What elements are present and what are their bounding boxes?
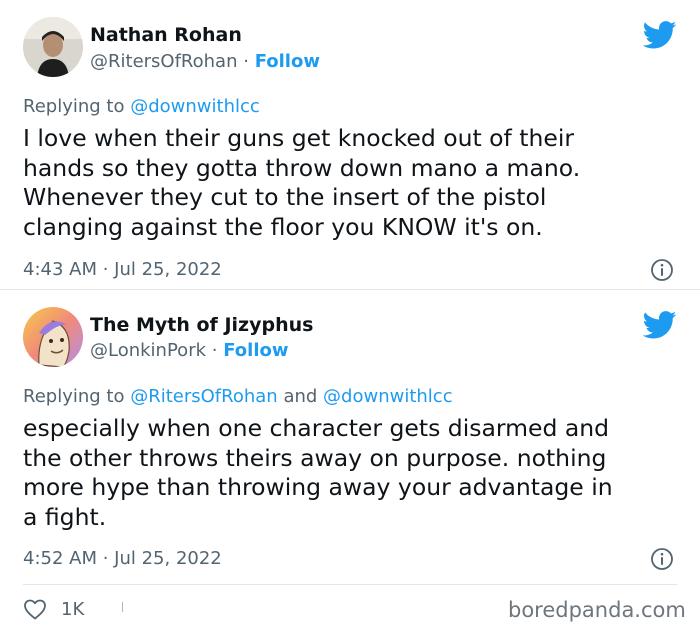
avatar[interactable] [23, 307, 83, 367]
handle-line: @RitersOfRohan · Follow [90, 51, 320, 72]
tweet-timestamp[interactable]: 4:43 AM · Jul 25, 2022 [23, 259, 222, 280]
tweet-timestamp[interactable]: 4:52 AM · Jul 25, 2022 [23, 548, 222, 569]
actions-divider [23, 584, 677, 585]
tweet-text-line: I love when their guns get knocked out o… [23, 124, 575, 152]
replying-prefix: Replying to [23, 386, 125, 407]
separator: · [211, 340, 218, 361]
tweet-text: especially when one character gets disar… [23, 414, 683, 532]
action-separator [122, 602, 123, 612]
replying-to: Replying to @RitersOfRohan and @downwith… [23, 386, 453, 407]
follow-button[interactable]: Follow [255, 51, 320, 72]
handle-line: @LonkinPork · Follow [90, 340, 289, 361]
avatar[interactable] [23, 17, 83, 77]
tweet-text-line: clanging against the floor you KNOW it's… [23, 212, 543, 241]
tweet-text-line: more hype than throwing away your advant… [23, 473, 613, 501]
tweet-text-line: a fight. [23, 502, 107, 531]
tweet-text-line: hands so they gotta throw down mano a ma… [23, 153, 581, 182]
like-count: 1K [61, 598, 85, 620]
tweet-text-line: Whenever they cut to the insert of the p… [23, 183, 547, 211]
author-name[interactable]: Nathan Rohan [90, 24, 242, 46]
author-handle[interactable]: @LonkinPork [90, 340, 206, 361]
mention-link[interactable]: @downwithlcc [323, 386, 453, 407]
heart-icon[interactable] [23, 598, 47, 620]
replying-to: Replying to @downwithlcc [23, 96, 260, 117]
tweet-card: Nathan Rohan @RitersOfRohan · Follow Rep… [0, 0, 700, 289]
mention-link[interactable]: @RitersOfRohan [130, 386, 277, 407]
follow-button[interactable]: Follow [223, 340, 288, 361]
twitter-bird-icon[interactable] [643, 21, 677, 49]
tweet-text: I love when their guns get knocked out o… [23, 124, 683, 242]
twitter-bird-icon[interactable] [643, 311, 677, 339]
info-icon[interactable] [650, 258, 674, 282]
info-icon[interactable] [650, 547, 674, 571]
tweet-text-line: the other throws theirs away on purpose.… [23, 443, 607, 472]
tweet-text-line: especially when one character gets disar… [23, 414, 610, 442]
like-action[interactable]: 1K [23, 598, 84, 620]
replying-prefix: Replying to [23, 96, 125, 117]
source-watermark: boredpanda.com [508, 598, 686, 622]
tweet-card: The Myth of Jizyphus @LonkinPork · Follo… [0, 290, 700, 638]
separator: · [243, 51, 249, 72]
replying-joiner: and [283, 386, 318, 407]
author-name[interactable]: The Myth of Jizyphus [90, 314, 313, 336]
avatar-illustration [23, 307, 83, 367]
author-handle[interactable]: @RitersOfRohan [90, 51, 237, 72]
mention-link[interactable]: @downwithlcc [130, 96, 260, 117]
avatar-photo [23, 17, 83, 77]
